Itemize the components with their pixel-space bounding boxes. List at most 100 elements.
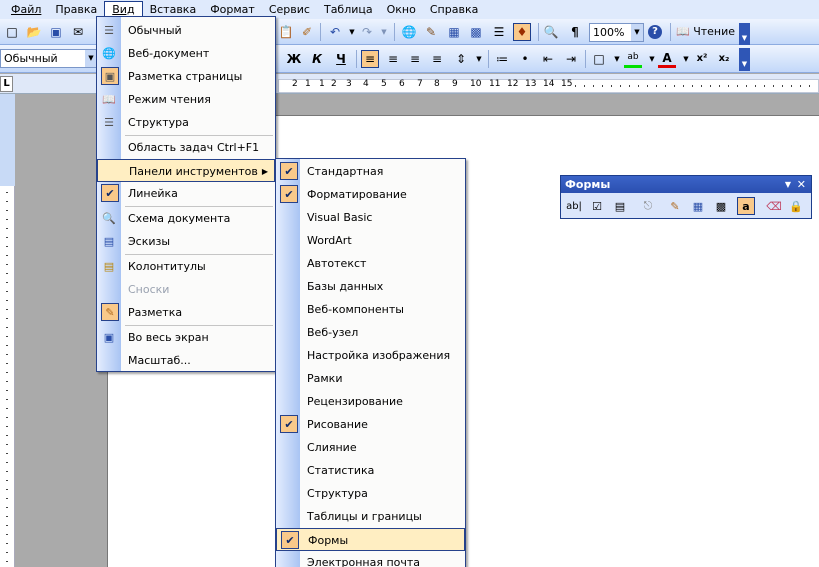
hyperlink-icon[interactable]: 🌐 — [400, 23, 418, 41]
submenu-item-frames[interactable]: Рамки — [276, 367, 465, 390]
redo-dropdown-icon[interactable]: ▼ — [375, 23, 393, 41]
menu-item-zoom[interactable]: Масштаб... — [97, 349, 275, 372]
submenu-item-reviewing[interactable]: Рецензирование — [276, 390, 465, 413]
text-field-icon[interactable]: ab| — [565, 197, 583, 215]
submenu-item-standard[interactable]: ✔ Стандартная — [276, 160, 465, 183]
style-combo[interactable]: Обычный ▼ — [0, 49, 98, 68]
submenu-item-web-tools[interactable]: Веб-компоненты — [276, 298, 465, 321]
align-right-icon[interactable]: ≡ — [406, 50, 424, 68]
lock-icon[interactable]: 🔒 — [787, 197, 805, 215]
highlight-icon[interactable]: ab — [624, 50, 642, 68]
menu-item-normal[interactable]: ☰ Обычный — [97, 19, 275, 42]
increase-indent-icon[interactable]: ⇥ — [562, 50, 580, 68]
menu-table[interactable]: Таблица — [317, 1, 380, 18]
superscript-icon[interactable]: x² — [693, 50, 711, 68]
submenu-item-forms[interactable]: ✔ Формы — [276, 528, 465, 551]
checkbox-icon[interactable]: ☑ — [588, 197, 606, 215]
menu-file[interactable]: Файл — [4, 1, 48, 18]
form-field-shading-icon[interactable]: a — [737, 197, 755, 215]
bold-label: Ж — [286, 52, 302, 66]
close-icon[interactable]: ✕ — [797, 176, 806, 193]
align-center-icon[interactable]: ≡ — [384, 50, 402, 68]
insert-table-icon[interactable]: ▦ — [689, 197, 707, 215]
submenu-item-autotext[interactable]: Автотекст — [276, 252, 465, 275]
dropdown-field-icon[interactable]: ▤ — [611, 197, 629, 215]
toolbar-options-icon[interactable]: ▼ — [739, 48, 750, 71]
submenu-item-email[interactable]: Электронная почта — [276, 551, 465, 567]
insert-table-icon[interactable]: ▦ — [445, 23, 463, 41]
paste-icon[interactable]: 📋 — [277, 23, 295, 41]
menu-item-document-map[interactable]: 🔍 Схема документа — [97, 207, 275, 230]
columns-icon[interactable]: ☰ — [490, 23, 508, 41]
menu-item-ruler[interactable]: ✔ Линейка — [97, 182, 275, 205]
permission-icon[interactable]: ✉ — [69, 23, 87, 41]
undo-icon[interactable]: ↶ — [326, 23, 344, 41]
menu-item-web[interactable]: 🌐 Веб-документ — [97, 42, 275, 65]
justify-icon[interactable]: ≡ — [428, 50, 446, 68]
menu-item-full-screen[interactable]: ▣ Во весь экран — [97, 326, 275, 349]
menu-item-page-layout[interactable]: ▣ Разметка страницы — [97, 65, 275, 88]
zoom-combo[interactable]: 100% ▼ — [589, 23, 644, 42]
line-spacing-dropdown-icon[interactable]: ▼ — [470, 50, 488, 68]
bold-button[interactable]: Ж — [285, 50, 303, 68]
submenu-item-formatting[interactable]: ✔ Форматирование — [276, 183, 465, 206]
menu-item-task-pane[interactable]: Область задач Ctrl+F1 — [97, 136, 275, 159]
menu-item-header-footer[interactable]: ▤ Колонтитулы — [97, 255, 275, 278]
submenu-item-picture[interactable]: Настройка изображения — [276, 344, 465, 367]
menu-item-markup[interactable]: ✎ Разметка — [97, 301, 275, 324]
submenu-item-outlining[interactable]: Структура — [276, 482, 465, 505]
tables-borders-icon[interactable]: ✎ — [422, 23, 440, 41]
insert-excel-icon[interactable]: ▩ — [467, 23, 485, 41]
submenu-item-web[interactable]: Веб-узел — [276, 321, 465, 344]
vertical-ruler-tick — [6, 498, 8, 499]
font-color-icon[interactable]: A — [658, 50, 676, 68]
menu-item-outline[interactable]: ☰ Структура — [97, 111, 275, 134]
submenu-item-word-count[interactable]: Статистика — [276, 459, 465, 482]
forms-toolbar-titlebar[interactable]: Формы ▼ ✕ — [561, 176, 811, 193]
chevron-down-icon[interactable]: ▼ — [631, 24, 643, 41]
submenu-item-visual-basic[interactable]: Visual Basic — [276, 206, 465, 229]
shading-glyph: a — [742, 199, 750, 213]
ruler-tick — [746, 85, 747, 87]
numbering-icon[interactable]: ≔ — [493, 50, 511, 68]
open-folder-icon[interactable]: 📂 — [25, 23, 43, 41]
subscript-icon[interactable]: x₂ — [715, 50, 733, 68]
field-options-icon[interactable]: ⎋ — [639, 197, 657, 215]
submenu-item-mail-merge[interactable]: Слияние — [276, 436, 465, 459]
decrease-indent-icon[interactable]: ⇤ — [539, 50, 557, 68]
submenu-item-wordart[interactable]: WordArt — [276, 229, 465, 252]
new-document-icon[interactable]: □ — [3, 23, 21, 41]
draw-table-icon[interactable]: ✎ — [666, 197, 684, 215]
borders-icon[interactable]: □ — [590, 50, 608, 68]
forms-toolbar[interactable]: Формы ▼ ✕ ab| ☑ ▤ ⎋ ✎ ▦ ▩ a ⌫ 🔒 — [560, 175, 812, 219]
read-button[interactable]: 📖 Чтение — [676, 23, 735, 41]
tab-selector[interactable]: L — [0, 76, 13, 92]
menu-item-reading[interactable]: 📖 Режим чтения — [97, 88, 275, 111]
line-spacing-icon[interactable]: ⇕ — [452, 50, 470, 68]
submenu-item-tables-borders[interactable]: Таблицы и границы — [276, 505, 465, 528]
bullets-icon[interactable]: • — [516, 50, 534, 68]
submenu-item-database[interactable]: Базы данных — [276, 275, 465, 298]
document-map-toolbar-icon[interactable]: 🔍 — [542, 23, 560, 41]
menu-format-label: Формат — [210, 3, 255, 16]
show-hide-icon[interactable]: ¶ — [566, 23, 584, 41]
menu-window[interactable]: Окно — [380, 1, 423, 18]
reset-fields-icon[interactable]: ⌫ — [765, 197, 783, 215]
underline-button[interactable]: Ч — [332, 50, 350, 68]
menu-item-footnotes[interactable]: Сноски — [97, 278, 275, 301]
menu-item-toolbars[interactable]: Панели инструментов ▶ — [97, 159, 275, 182]
chevron-down-icon[interactable]: ▼ — [785, 176, 791, 193]
menu-help[interactable]: Справка — [423, 1, 485, 18]
menu-item-thumbnails[interactable]: ▤ Эскизы — [97, 230, 275, 253]
vertical-ruler-tick — [6, 291, 8, 292]
format-painter-icon[interactable]: ✐ — [298, 23, 316, 41]
help-icon[interactable]: ? — [648, 25, 662, 39]
toolbar-options-icon[interactable]: ▼ — [739, 23, 750, 45]
redo-icon[interactable]: ↷ — [358, 23, 376, 41]
submenu-item-drawing[interactable]: ✔ Рисование — [276, 413, 465, 436]
align-left-icon[interactable]: ≡ — [361, 50, 379, 68]
insert-frame-icon[interactable]: ▩ — [712, 197, 730, 215]
save-icon[interactable]: ▣ — [47, 23, 65, 41]
drawing-icon[interactable]: ♦ — [513, 23, 531, 41]
italic-button[interactable]: К — [308, 50, 326, 68]
